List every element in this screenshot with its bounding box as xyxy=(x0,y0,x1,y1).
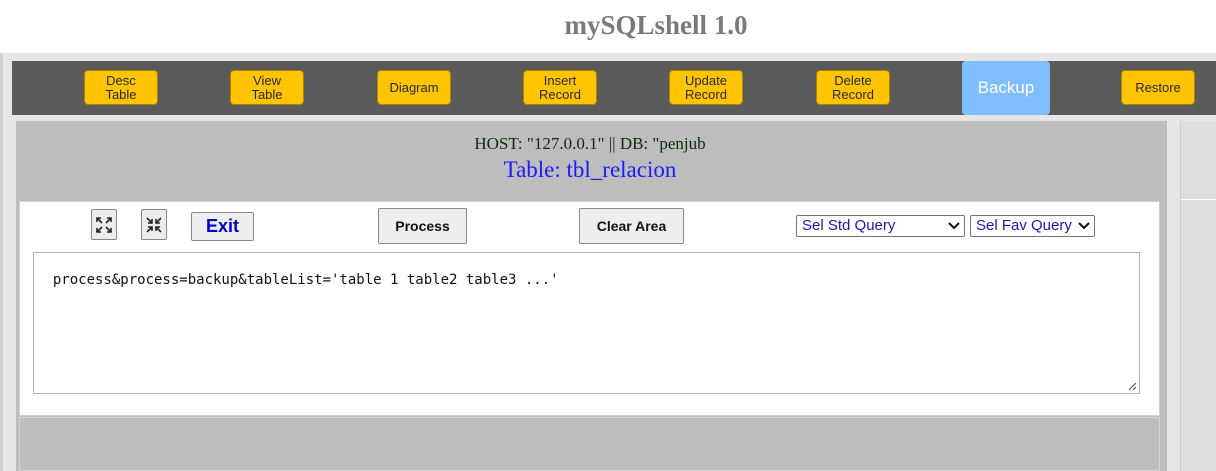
table-title: Table: tbl_relacion xyxy=(503,157,677,182)
expand-icon xyxy=(96,216,112,233)
diagram-button[interactable]: Diagram xyxy=(377,70,451,105)
std-query-select-value: Sel Std Query xyxy=(802,217,896,234)
expand-button[interactable] xyxy=(91,209,117,240)
right-panel xyxy=(1180,121,1216,471)
query-text: process&process=backup&tableList='table … xyxy=(52,272,559,288)
resize-grip-icon[interactable] xyxy=(1125,379,1137,391)
host-info: HOST: "127.0.0.1" || DB: "penjub xyxy=(474,134,706,153)
collapse-button[interactable] xyxy=(141,209,167,240)
exit-button[interactable]: Exit xyxy=(191,212,254,241)
backup-button[interactable]: Backup xyxy=(962,61,1050,115)
std-query-select[interactable]: Sel Std Query xyxy=(796,215,965,237)
app-title: mySQLshell 1.0 xyxy=(564,10,748,40)
update-record-button[interactable]: Update Record xyxy=(669,70,743,105)
view-table-button[interactable]: View Table xyxy=(230,70,304,105)
clear-area-button[interactable]: Clear Area xyxy=(579,208,684,244)
right-panel-divider xyxy=(1181,199,1216,200)
left-edge xyxy=(0,53,3,471)
query-textarea[interactable]: process&process=backup&tableList='table … xyxy=(33,252,1140,394)
delete-record-button[interactable]: Delete Record xyxy=(816,70,890,105)
fav-query-select[interactable]: Sel Fav Query xyxy=(970,215,1095,237)
fav-query-select-value: Sel Fav Query xyxy=(976,217,1072,234)
process-button[interactable]: Process xyxy=(378,208,467,244)
result-area xyxy=(19,417,1160,471)
insert-record-button[interactable]: Insert Record xyxy=(523,70,597,105)
collapse-icon xyxy=(146,216,162,233)
restore-button[interactable]: Restore xyxy=(1121,70,1195,105)
chevron-down-icon xyxy=(1078,222,1090,230)
desc-table-button[interactable]: Desc Table xyxy=(84,70,158,105)
chevron-down-icon xyxy=(948,222,960,230)
